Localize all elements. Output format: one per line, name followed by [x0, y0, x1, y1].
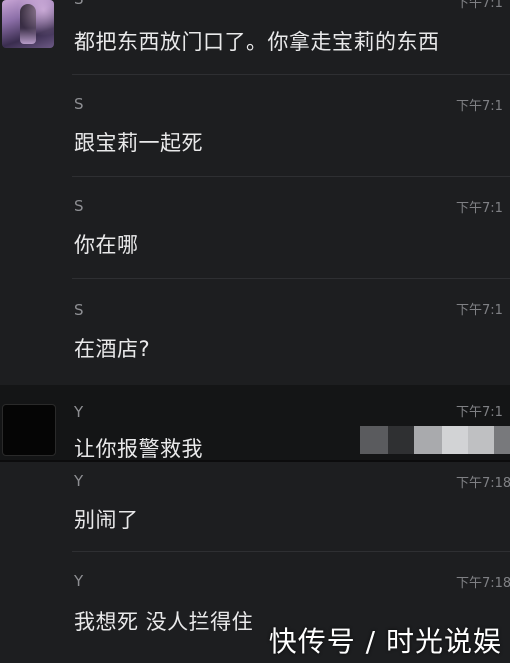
- message-time: 下午7:1: [456, 201, 503, 216]
- message-sender: S: [74, 0, 85, 8]
- mosaic-block: [468, 426, 494, 454]
- avatar-glow: [2, 0, 54, 48]
- message-time: 下午7:1: [456, 303, 503, 318]
- message-sender: Y: [74, 472, 85, 490]
- message-text: 我想死 没人拦得住: [74, 610, 254, 634]
- message-time: 下午7:18: [456, 476, 510, 491]
- message-text: 跟宝莉一起死: [74, 131, 203, 155]
- message-sender: S: [74, 197, 85, 215]
- mosaic-block: [388, 426, 414, 454]
- watermark: 快传号 / 时光说娱: [268, 625, 502, 658]
- message-time: 下午7:1: [456, 405, 503, 420]
- message-sender: Y: [74, 403, 85, 421]
- mosaic-block: [360, 426, 388, 454]
- message-text: 都把东西放门口了。你拿走宝莉的东西: [74, 30, 440, 54]
- message-time: 下午7:1: [456, 99, 503, 114]
- message-time: 下午7:1: [456, 0, 503, 11]
- chat-screen: S 下午7:1 都把东西放门口了。你拿走宝莉的东西 S 下午7:1 跟宝莉一起死…: [0, 0, 510, 663]
- message-sender: S: [74, 95, 85, 113]
- message-text: 你在哪: [74, 233, 139, 257]
- message-item[interactable]: S 下午7:1 在酒店?: [72, 279, 510, 379]
- message-text: 在酒店?: [74, 337, 151, 361]
- user-avatar-dark[interactable]: [2, 404, 56, 456]
- message-item[interactable]: S 下午7:1 都把东西放门口了。你拿走宝莉的东西: [72, 0, 510, 72]
- message-item[interactable]: Y 下午7:18 别闹了: [72, 462, 510, 550]
- mosaic-block: [414, 426, 442, 454]
- user-avatar-photo[interactable]: [2, 0, 54, 48]
- message-item[interactable]: S 下午7:1 你在哪: [72, 177, 510, 277]
- message-item[interactable]: S 下午7:1 跟宝莉一起死: [72, 75, 510, 175]
- mosaic-block: [442, 426, 468, 454]
- message-text: 别闹了: [74, 508, 139, 532]
- message-sender: Y: [74, 572, 85, 590]
- message-text: 让你报警救我: [74, 437, 203, 461]
- message-sender: S: [74, 301, 85, 319]
- message-time: 下午7:18: [456, 576, 510, 591]
- mosaic-block: [494, 426, 510, 454]
